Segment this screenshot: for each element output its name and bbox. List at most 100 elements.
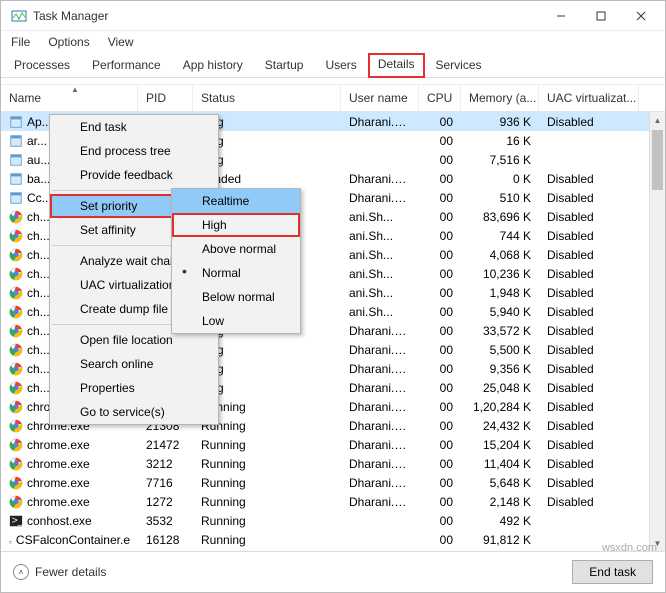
table-row[interactable]: chrome.exe3212RunningDharani.Sh...0011,4…: [1, 454, 665, 473]
process-cpu: 00: [419, 210, 461, 224]
maximize-button[interactable]: [581, 1, 621, 31]
svg-text:>_: >_: [12, 514, 23, 526]
priority-low[interactable]: Low: [172, 309, 300, 333]
app-icon: [9, 533, 12, 547]
process-user: Dharani.Sh...: [341, 419, 419, 433]
menu-item-end-process-tree[interactable]: End process tree: [50, 139, 218, 163]
tab-users[interactable]: Users: [314, 53, 367, 77]
process-name: ch...: [27, 362, 50, 376]
vertical-scrollbar[interactable]: ▲ ▼: [649, 112, 665, 551]
priority-normal[interactable]: Normal: [172, 261, 300, 285]
chrome-icon: [9, 229, 23, 243]
process-cpu: 00: [419, 362, 461, 376]
process-user: Dharani.Sh...: [341, 191, 419, 205]
scroll-up-icon[interactable]: ▲: [650, 112, 665, 128]
process-user: Dharani.Sh...: [341, 362, 419, 376]
titlebar: Task Manager: [1, 1, 665, 31]
process-memory: 16 K: [461, 134, 539, 148]
col-name[interactable]: Name▲: [1, 85, 138, 111]
col-status[interactable]: Status: [193, 85, 341, 111]
tab-details[interactable]: Details: [368, 53, 425, 78]
close-button[interactable]: [621, 1, 661, 31]
process-cpu: 00: [419, 324, 461, 338]
process-uac: Disabled: [539, 343, 639, 357]
tab-startup[interactable]: Startup: [254, 53, 315, 77]
priority-realtime[interactable]: Realtime: [172, 189, 300, 213]
table-row[interactable]: chrome.exe21472RunningDharani.Sh...0015,…: [1, 435, 665, 454]
process-name: chrome.exe: [27, 495, 90, 509]
app-icon: [9, 191, 23, 205]
scroll-thumb[interactable]: [652, 130, 663, 190]
col-user[interactable]: User name: [341, 85, 419, 111]
chrome-icon: [9, 495, 23, 509]
process-cpu: 00: [419, 305, 461, 319]
tab-app-history[interactable]: App history: [172, 53, 254, 77]
process-name: ch...: [27, 267, 50, 281]
process-status: Running: [193, 438, 341, 452]
process-user: Dharani.Sh...: [341, 324, 419, 338]
col-pid[interactable]: PID: [138, 85, 193, 111]
menu-item-go-to-service-s-[interactable]: Go to service(s): [50, 400, 218, 424]
process-memory: 5,648 K: [461, 476, 539, 490]
process-cpu: 00: [419, 153, 461, 167]
app-icon: [9, 115, 23, 129]
process-memory: 2,148 K: [461, 495, 539, 509]
process-cpu: 00: [419, 343, 461, 357]
column-headers: Name▲ PID Status User name CPU Memory (a…: [1, 84, 665, 112]
col-uac[interactable]: UAC virtualizat...: [539, 85, 639, 111]
fewer-details-button[interactable]: ˄ Fewer details: [13, 564, 106, 580]
process-user: Dharani.Sh...: [341, 476, 419, 490]
process-cpu: 00: [419, 533, 461, 547]
process-memory: 9,356 K: [461, 362, 539, 376]
chrome-icon: [9, 343, 23, 357]
process-user: Dharani.Sh...: [341, 495, 419, 509]
table-row[interactable]: chrome.exe1272RunningDharani.Sh...002,14…: [1, 492, 665, 511]
minimize-button[interactable]: [541, 1, 581, 31]
process-name: au...: [27, 153, 50, 167]
priority-below-normal[interactable]: Below normal: [172, 285, 300, 309]
menu-item-search-online[interactable]: Search online: [50, 352, 218, 376]
menu-file[interactable]: File: [11, 35, 30, 49]
process-pid: 3532: [138, 514, 193, 528]
process-cpu: 00: [419, 267, 461, 281]
end-task-button[interactable]: End task: [572, 560, 653, 584]
table-row[interactable]: >_conhost.exe3532Running00492 K: [1, 511, 665, 530]
process-name: ar...: [27, 134, 47, 148]
process-memory: 1,948 K: [461, 286, 539, 300]
menubar: File Options View: [1, 31, 665, 53]
process-cpu: 00: [419, 172, 461, 186]
menu-options[interactable]: Options: [48, 35, 89, 49]
priority-high[interactable]: High: [172, 213, 300, 237]
col-cpu[interactable]: CPU: [419, 85, 461, 111]
menu-item-end-task[interactable]: End task: [50, 115, 218, 139]
process-cpu: 00: [419, 476, 461, 490]
col-mem[interactable]: Memory (a...: [461, 85, 539, 111]
menu-view[interactable]: View: [108, 35, 134, 49]
process-user: Dharani.Sh...: [341, 381, 419, 395]
process-name: Ap...: [27, 115, 52, 129]
menu-item-provide-feedback[interactable]: Provide feedback: [50, 163, 218, 187]
process-cpu: 00: [419, 400, 461, 414]
process-pid: 3212: [138, 457, 193, 471]
chrome-icon: [9, 438, 23, 452]
process-name: ch...: [27, 343, 50, 357]
table-row[interactable]: chrome.exe7716RunningDharani.Sh...005,64…: [1, 473, 665, 492]
process-user: Dharani.Sh...: [341, 172, 419, 186]
process-user: Dharani.Sh...: [341, 343, 419, 357]
process-user: Dharani.Sh...: [341, 438, 419, 452]
tab-services[interactable]: Services: [425, 53, 493, 77]
process-uac: Disabled: [539, 324, 639, 338]
process-user: Dharani.Sh...: [341, 457, 419, 471]
priority-above-normal[interactable]: Above normal: [172, 237, 300, 261]
process-uac: Disabled: [539, 438, 639, 452]
tab-processes[interactable]: Processes: [3, 53, 81, 77]
process-uac: Disabled: [539, 362, 639, 376]
chrome-icon: [9, 248, 23, 262]
menu-item-properties[interactable]: Properties: [50, 376, 218, 400]
process-uac: Disabled: [539, 419, 639, 433]
table-row[interactable]: CSFalconContainer.e16128Running0091,812 …: [1, 530, 665, 549]
chrome-icon: [9, 381, 23, 395]
tab-performance[interactable]: Performance: [81, 53, 172, 77]
app-icon: [9, 172, 23, 186]
process-uac: Disabled: [539, 400, 639, 414]
